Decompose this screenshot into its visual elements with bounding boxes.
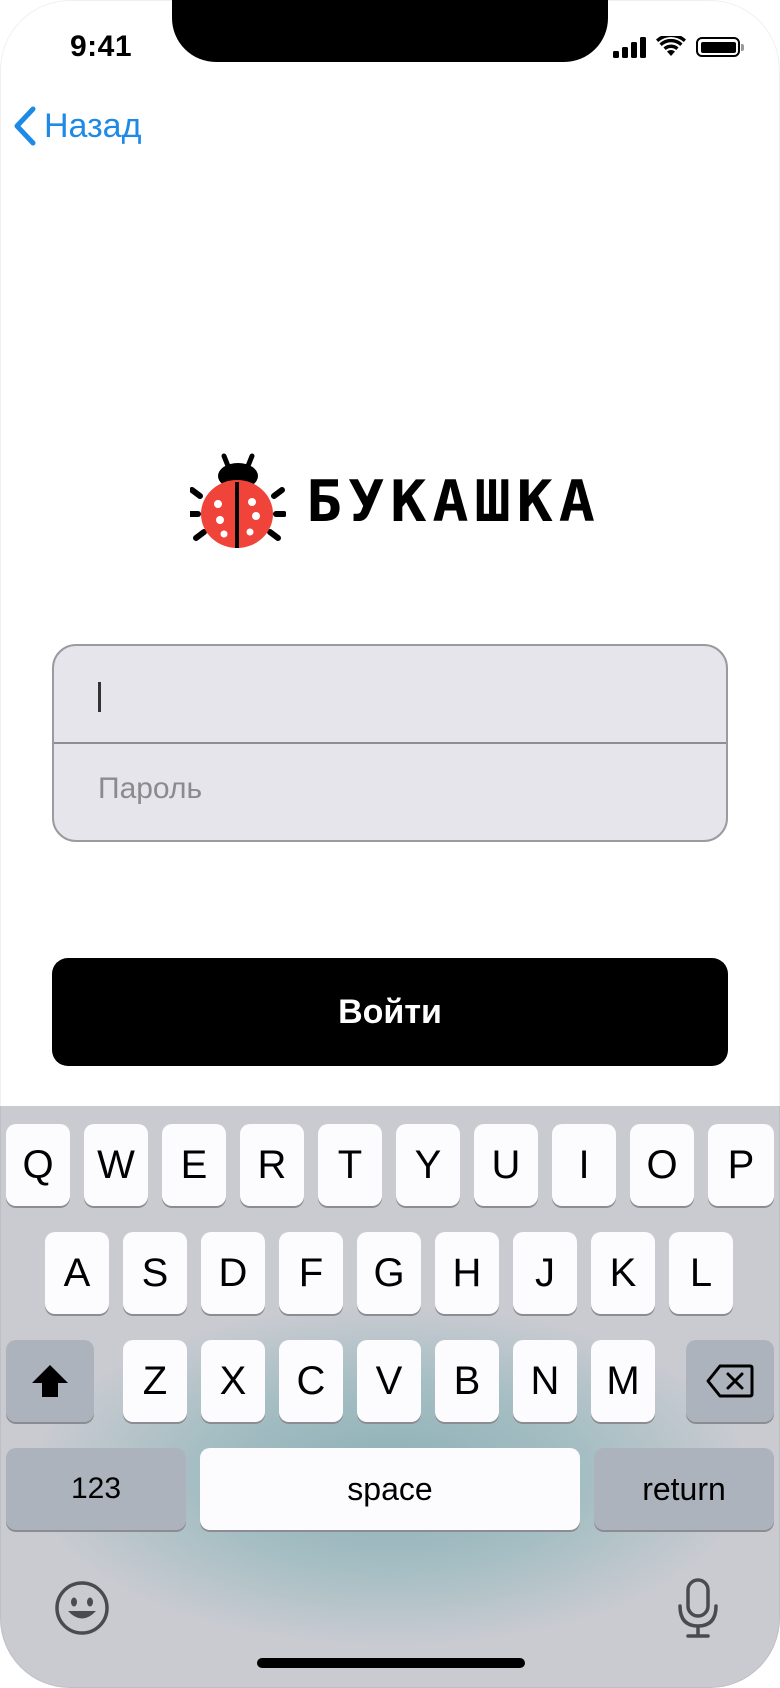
key-s[interactable]: S	[123, 1232, 187, 1314]
key-h[interactable]: H	[435, 1232, 499, 1314]
wifi-icon	[656, 36, 686, 56]
key-b[interactable]: B	[435, 1340, 499, 1422]
login-field[interactable]	[54, 646, 726, 742]
key-c[interactable]: C	[279, 1340, 343, 1422]
key-v[interactable]: V	[357, 1340, 421, 1422]
app-logo: БУКАШКА	[190, 452, 601, 552]
device-notch	[172, 0, 608, 62]
space-key[interactable]: space	[200, 1448, 580, 1530]
key-y[interactable]: Y	[396, 1124, 460, 1206]
cellular-signal-icon	[613, 36, 646, 58]
logo-wordmark: БУКАШКА	[306, 468, 601, 536]
key-i[interactable]: I	[552, 1124, 616, 1206]
shift-arrow-icon	[32, 1365, 68, 1397]
key-g[interactable]: G	[357, 1232, 421, 1314]
key-m[interactable]: M	[591, 1340, 655, 1422]
key-w[interactable]: W	[84, 1124, 148, 1206]
key-l[interactable]: L	[669, 1232, 733, 1314]
back-label: Назад	[44, 106, 142, 145]
backspace-key[interactable]	[686, 1340, 774, 1422]
chevron-left-icon	[14, 106, 36, 146]
key-r[interactable]: R	[240, 1124, 304, 1206]
key-j[interactable]: J	[513, 1232, 577, 1314]
home-indicator[interactable]	[257, 1658, 525, 1668]
key-d[interactable]: D	[201, 1232, 265, 1314]
numbers-key[interactable]: 123	[6, 1448, 186, 1530]
key-p[interactable]: P	[708, 1124, 774, 1206]
password-placeholder: Пароль	[98, 772, 203, 805]
keyboard: Q W E R T Y U I O P A S D F G H J K L Z …	[0, 1106, 780, 1688]
key-z[interactable]: Z	[123, 1340, 187, 1422]
key-a[interactable]: A	[45, 1232, 109, 1314]
credentials-group: Пароль	[52, 644, 728, 842]
login-button-label: Войти	[338, 992, 442, 1031]
microphone-icon[interactable]	[676, 1578, 720, 1640]
key-x[interactable]: X	[201, 1340, 265, 1422]
back-button[interactable]: Назад	[12, 106, 141, 146]
key-q[interactable]: Q	[6, 1124, 70, 1206]
key-o[interactable]: O	[630, 1124, 694, 1206]
emoji-icon[interactable]	[54, 1580, 110, 1636]
password-field[interactable]: Пароль	[54, 744, 726, 840]
key-n[interactable]: N	[513, 1340, 577, 1422]
login-button[interactable]: Войти	[52, 958, 728, 1066]
key-f[interactable]: F	[279, 1232, 343, 1314]
key-k[interactable]: K	[591, 1232, 655, 1314]
backspace-icon	[706, 1364, 754, 1398]
key-t[interactable]: T	[318, 1124, 382, 1206]
ladybug-icon	[190, 453, 286, 548]
return-key[interactable]: return	[594, 1448, 774, 1530]
battery-icon	[696, 37, 744, 57]
status-time: 9:41	[70, 30, 133, 63]
status-icons	[613, 36, 744, 58]
key-e[interactable]: E	[162, 1124, 226, 1206]
key-u[interactable]: U	[474, 1124, 538, 1206]
text-caret	[98, 682, 101, 712]
shift-key[interactable]	[6, 1340, 94, 1422]
